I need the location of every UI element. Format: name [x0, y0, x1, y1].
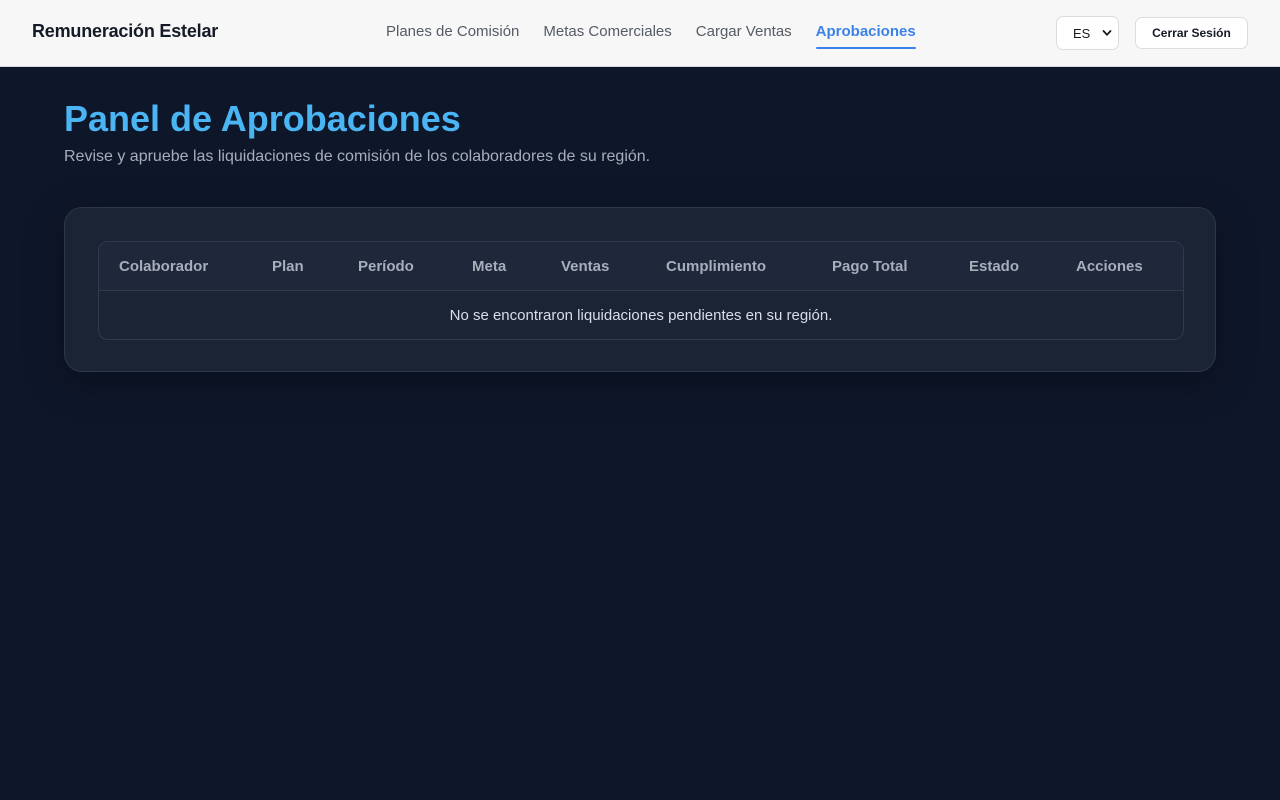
column-header-colaborador: Colaborador	[119, 258, 209, 275]
nav-item-metas[interactable]: Metas Comerciales	[543, 0, 671, 67]
column-header-acciones: Acciones	[1076, 258, 1143, 275]
language-select-value: ES	[1073, 25, 1091, 41]
column-header-estado: Estado	[969, 258, 1020, 275]
logout-button[interactable]: Cerrar Sesión	[1135, 17, 1248, 49]
language-select[interactable]: ES	[1056, 16, 1119, 50]
table-empty-message: No se encontraron liquidaciones pendient…	[449, 307, 833, 324]
nav-item-aprobaciones[interactable]: Aprobaciones	[815, 0, 916, 67]
brand-name[interactable]: Remuneración Estelar	[32, 21, 218, 42]
nav-item-cargar-ventas[interactable]: Cargar Ventas	[696, 0, 792, 67]
column-header-periodo: Período	[358, 258, 414, 275]
nav-item-planes[interactable]: Planes de Comisión	[386, 0, 519, 67]
page-subtitle: Revise y apruebe las liquidaciones de co…	[64, 148, 651, 165]
page-title: Panel de Aprobaciones	[64, 98, 461, 139]
table-header: Colaborador Plan Período Meta Ventas Cum…	[99, 242, 1183, 291]
column-header-cumplimiento: Cumplimiento	[666, 258, 766, 275]
approvals-table: Colaborador Plan Período Meta Ventas Cum…	[98, 241, 1184, 340]
column-header-meta: Meta	[472, 258, 507, 275]
column-header-ventas: Ventas	[561, 258, 610, 275]
approvals-card: Colaborador Plan Período Meta Ventas Cum…	[64, 207, 1216, 372]
column-header-pago-total: Pago Total	[832, 258, 908, 275]
top-navbar: Remuneración Estelar Planes de Comisión …	[0, 0, 1280, 67]
main-nav: Planes de Comisión Metas Comerciales Car…	[386, 0, 940, 67]
chevron-down-icon	[1102, 30, 1112, 36]
column-header-plan: Plan	[272, 258, 304, 275]
